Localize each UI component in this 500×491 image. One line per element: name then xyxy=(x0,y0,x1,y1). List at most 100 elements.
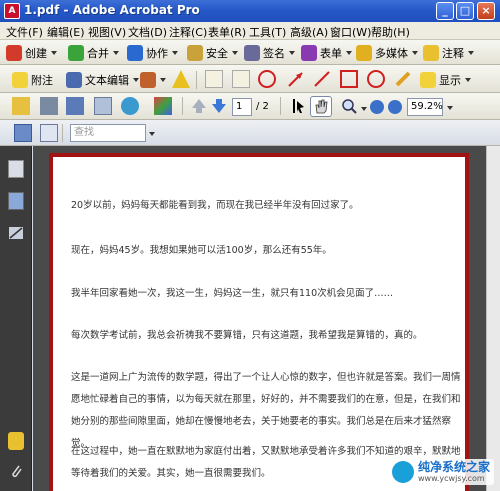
menu-file[interactable]: 文件(F) xyxy=(6,24,43,40)
fit-page-icon[interactable] xyxy=(40,124,58,142)
rgb-color-icon[interactable] xyxy=(154,97,172,115)
show-comments-icon xyxy=(420,72,436,88)
textbox-tool-icon[interactable] xyxy=(232,70,250,88)
menu-comments[interactable]: 注释(C) xyxy=(169,24,207,40)
show-button[interactable]: 显示 xyxy=(420,70,471,90)
paragraph-4: 每次数学考试前，我总会祈祷我不要算错，只有这道题，我希望我是算错的，真的。 xyxy=(71,330,423,341)
watermark-logo xyxy=(391,461,414,483)
title-bar: A 1.pdf - Adobe Acrobat Pro _ □ × xyxy=(0,0,500,22)
collaborate-button[interactable]: 协作 xyxy=(127,43,178,63)
chevron-down-icon xyxy=(51,51,57,55)
previous-page-icon[interactable] xyxy=(190,97,208,115)
sticky-note-button[interactable]: 附注 xyxy=(12,70,53,90)
text-edit-icon xyxy=(66,72,82,88)
combine-button[interactable]: 合并 xyxy=(68,43,119,63)
maximize-button[interactable]: □ xyxy=(456,2,474,20)
stamp-button[interactable] xyxy=(140,70,166,90)
oval-tool-icon[interactable] xyxy=(367,70,385,88)
sticky-note-label: 附注 xyxy=(31,74,53,87)
print-icon[interactable] xyxy=(40,97,58,115)
pencil-tool-icon[interactable] xyxy=(394,70,412,88)
highlight-tool-icon[interactable] xyxy=(172,70,190,88)
document-viewport[interactable]: 20岁以前，妈妈每天都能看到我，而现在我已经半年没有回过家了。 现在，妈妈45岁… xyxy=(33,146,500,491)
menu-forms[interactable]: 表单(R) xyxy=(208,24,246,40)
navigation-panel xyxy=(0,146,32,491)
collaborate-label: 协作 xyxy=(146,47,168,60)
chevron-down-icon xyxy=(113,51,119,55)
menu-help[interactable]: 帮助(H) xyxy=(371,24,410,40)
close-button[interactable]: × xyxy=(477,2,495,20)
menu-document[interactable]: 文档(D) xyxy=(128,24,167,40)
zoom-out-icon[interactable] xyxy=(370,100,384,114)
stamp-icon xyxy=(140,72,156,88)
acrobat-app-icon[interactable]: A xyxy=(4,3,20,19)
sticky-note-icon xyxy=(12,72,28,88)
menu-edit[interactable]: 编辑(E) xyxy=(47,24,85,40)
hand-tool-icon[interactable] xyxy=(310,96,332,117)
menu-tools[interactable]: 工具(T) xyxy=(249,24,286,40)
arrow-tool-icon[interactable] xyxy=(287,70,305,88)
save-copy-icon[interactable] xyxy=(14,124,32,142)
chevron-down-icon xyxy=(172,51,178,55)
zoom-level-input[interactable]: 59.2% xyxy=(407,98,443,116)
rectangle-tool-icon[interactable] xyxy=(340,70,358,88)
toolbar-separator xyxy=(182,97,183,115)
toolbar-separator xyxy=(280,97,281,115)
secure-label: 安全 xyxy=(206,47,228,60)
vertical-scrollbar[interactable] xyxy=(486,146,500,491)
form-icon xyxy=(301,45,317,61)
sign-button[interactable]: 签名 xyxy=(244,43,295,63)
find-input[interactable]: 查找 xyxy=(70,124,146,142)
menu-advanced[interactable]: 高级(A) xyxy=(290,24,328,40)
menu-window[interactable]: 窗口(W) xyxy=(330,24,371,40)
chevron-down-icon xyxy=(412,51,418,55)
web-capture-icon[interactable] xyxy=(121,97,139,115)
comments-panel-icon[interactable] xyxy=(8,432,24,450)
watermark: 纯净系统之家 www.ycwjsy.com xyxy=(387,459,494,485)
chevron-down-icon xyxy=(468,51,474,55)
attachments-icon[interactable] xyxy=(8,462,24,480)
save-icon[interactable] xyxy=(66,97,84,115)
email-icon[interactable] xyxy=(94,97,112,115)
minimize-button[interactable]: _ xyxy=(436,2,454,20)
text-edit-button[interactable]: 文本编辑 xyxy=(66,70,139,90)
line-tool-icon[interactable] xyxy=(313,70,331,88)
chevron-down-icon[interactable] xyxy=(149,132,155,136)
open-folder-icon[interactable] xyxy=(12,97,30,115)
combine-icon xyxy=(68,45,84,61)
callout-tool-icon[interactable] xyxy=(205,70,223,88)
bookmarks-icon[interactable] xyxy=(8,192,24,210)
create-button[interactable]: 创建 xyxy=(6,43,57,63)
signatures-icon[interactable] xyxy=(8,224,24,242)
paragraph-2: 现在，妈妈45岁。我想如果她可以活100岁，那么还有55年。 xyxy=(71,245,332,256)
comment-markup-toolbar: 附注 文本编辑 显示 xyxy=(0,65,500,93)
cloud-tool-icon[interactable] xyxy=(258,70,276,88)
tasks-toolbar: 创建 合并 协作 安全 签名 表单 多媒体 注释 xyxy=(0,40,500,65)
watermark-url: www.ycwjsy.com xyxy=(417,474,485,483)
menu-view[interactable]: 视图(V) xyxy=(88,24,126,40)
page-number-input[interactable]: 1 xyxy=(232,98,252,116)
zoom-marquee-icon[interactable] xyxy=(340,97,358,115)
multimedia-button[interactable]: 多媒体 xyxy=(356,43,418,63)
zoom-in-icon[interactable] xyxy=(388,100,402,114)
create-label: 创建 xyxy=(25,47,47,60)
file-navigation-toolbar: 1 / 2 59.2% xyxy=(0,93,500,120)
secure-button[interactable]: 安全 xyxy=(187,43,238,63)
forms-button[interactable]: 表单 xyxy=(301,43,352,63)
toolbar-separator xyxy=(62,124,63,142)
chevron-down-icon xyxy=(160,78,166,82)
multimedia-icon xyxy=(356,45,372,61)
chevron-down-icon xyxy=(465,78,471,82)
watermark-name: 纯净系统之家 xyxy=(417,460,490,474)
pages-icon[interactable] xyxy=(8,160,24,178)
select-text-icon[interactable] xyxy=(288,97,306,115)
next-page-icon[interactable] xyxy=(210,97,228,115)
chevron-down-icon[interactable] xyxy=(361,107,367,111)
comment-button[interactable]: 注释 xyxy=(423,43,474,63)
chevron-down-icon[interactable] xyxy=(447,106,453,110)
pdf-page: 20岁以前，妈妈每天都能看到我，而现在我已经半年没有回过家了。 现在，妈妈45岁… xyxy=(49,153,469,491)
comment-label: 注释 xyxy=(442,47,464,60)
sign-label: 签名 xyxy=(263,47,285,60)
lock-icon xyxy=(187,45,203,61)
multimedia-label: 多媒体 xyxy=(375,47,408,60)
